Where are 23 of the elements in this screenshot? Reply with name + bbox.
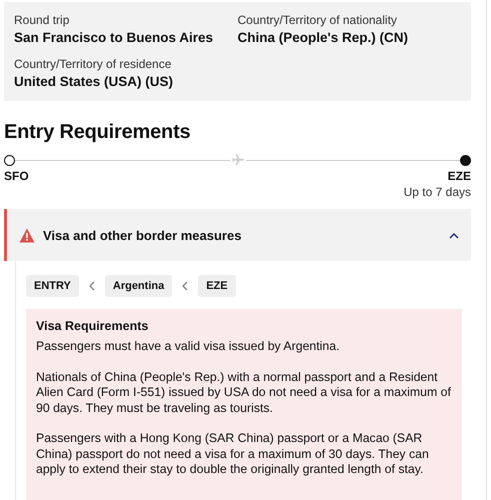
notice-paragraph: Passengers with a Hong Kong (SAR China) passport or a Macao (SAR China) passport do not need a visa for a maximum of 30 days. They can apply to extend their stay to double the originally granted length of stay.: [36, 431, 430, 478]
field-label: Round trip: [14, 13, 70, 27]
chevron-icon: [449, 232, 459, 238]
breadcrumb-chip[interactable]: EZE: [198, 275, 236, 297]
warning-icon: [19, 228, 35, 242]
field-value: United States (USA) (US): [14, 74, 174, 89]
notice-title: Visa Requirements: [36, 319, 150, 333]
chevron-left-icon: [182, 281, 188, 291]
field-label: Country/Territory of residence: [14, 57, 172, 71]
field-value: San Francisco to Buenos Aires: [14, 30, 214, 45]
airplane-icon: [230, 153, 246, 167]
notice-paragraph: Passengers must have a valid visa issued by Argentina.: [36, 339, 340, 354]
airport-code: SFO: [4, 169, 29, 183]
breadcrumb-chip[interactable]: ENTRY: [26, 275, 79, 297]
breadcrumb-chip[interactable]: Argentina: [104, 275, 172, 297]
field-label: Country/Territory of nationality: [238, 13, 398, 27]
airport-code: EZE: [448, 169, 471, 183]
stay-note: Up to 7 days: [404, 185, 471, 199]
field-value: China (People's Rep.) (CN): [238, 30, 409, 45]
notice-paragraph: Nationals of China (People's Rep.) with a normal passport and a Resident Alien Card (Form I-551) issued by USA do not need a visa for a maximum of 90 days. They must be traveling as tourists.: [36, 370, 452, 416]
accordion-header[interactable]: Visa and other border measures: [4, 209, 471, 261]
page-heading: Entry Requirements: [4, 121, 192, 144]
chevron-left-icon: [88, 281, 95, 291]
